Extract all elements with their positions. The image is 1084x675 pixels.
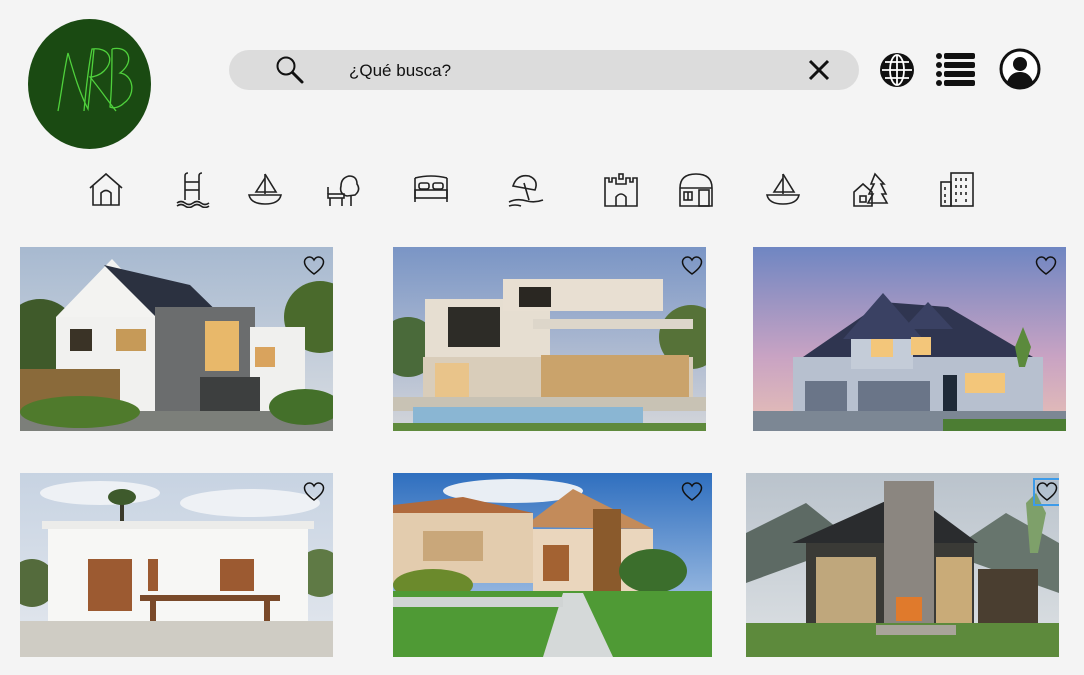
listing-photo bbox=[393, 473, 712, 657]
forest-cabin-icon[interactable] bbox=[851, 170, 889, 208]
logo[interactable] bbox=[28, 19, 151, 149]
heart-icon[interactable] bbox=[1033, 478, 1059, 506]
house-icon[interactable] bbox=[87, 170, 125, 208]
beach-icon[interactable] bbox=[507, 170, 545, 208]
globe-icon[interactable] bbox=[879, 52, 915, 93]
search-bar bbox=[229, 50, 859, 90]
building-icon[interactable] bbox=[938, 170, 976, 208]
castle-icon[interactable] bbox=[602, 170, 640, 208]
countryside-icon[interactable] bbox=[325, 170, 363, 208]
menu-list-icon[interactable] bbox=[936, 52, 976, 91]
heart-icon[interactable] bbox=[681, 255, 703, 277]
close-icon[interactable] bbox=[807, 58, 831, 87]
listing-photo bbox=[393, 247, 706, 431]
listing-card[interactable] bbox=[393, 247, 706, 431]
heart-icon[interactable] bbox=[681, 481, 703, 503]
nrb-monogram-logo bbox=[57, 47, 133, 112]
search-input[interactable] bbox=[347, 58, 791, 84]
search-icon[interactable] bbox=[275, 55, 305, 90]
bed-icon[interactable] bbox=[412, 170, 450, 208]
listing-card[interactable] bbox=[20, 473, 333, 657]
heart-icon[interactable] bbox=[303, 255, 325, 277]
user-account-icon[interactable] bbox=[999, 48, 1041, 95]
listing-card[interactable] bbox=[746, 473, 1059, 657]
cabin-icon[interactable] bbox=[677, 170, 715, 208]
heart-icon[interactable] bbox=[303, 481, 325, 503]
listing-photo bbox=[20, 247, 333, 431]
heart-icon[interactable] bbox=[1035, 255, 1057, 277]
listing-photo bbox=[20, 473, 333, 657]
boat-icon[interactable] bbox=[246, 170, 284, 208]
sailboat-icon[interactable] bbox=[764, 170, 802, 208]
listing-photo bbox=[753, 247, 1066, 431]
listing-card[interactable] bbox=[393, 473, 712, 657]
listing-card[interactable] bbox=[20, 247, 333, 431]
listing-card[interactable] bbox=[753, 247, 1066, 431]
pool-icon[interactable] bbox=[175, 170, 213, 208]
listing-photo bbox=[746, 473, 1059, 657]
